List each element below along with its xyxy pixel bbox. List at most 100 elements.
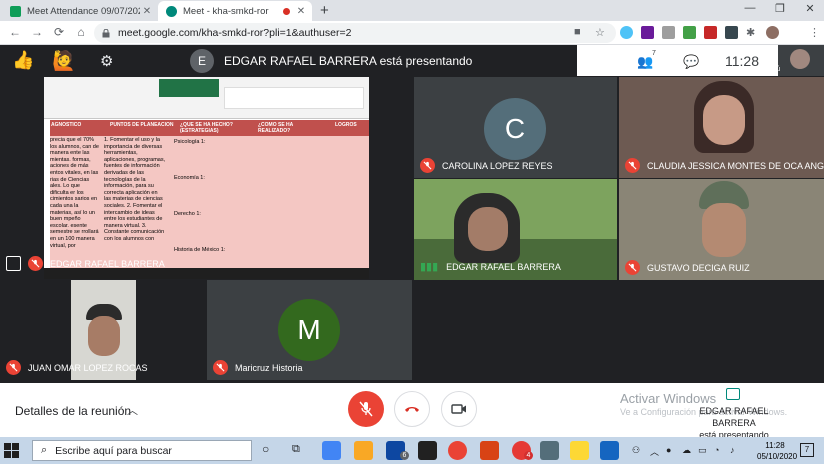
participant-avatar: C	[484, 98, 546, 160]
windows-start-icon[interactable]	[4, 443, 19, 458]
edge-app-icon[interactable]	[322, 441, 341, 460]
header-cell: ¿QUE SE HA HECHO? (ESTRATEGIAS)	[180, 122, 233, 134]
word-app-icon[interactable]	[600, 441, 619, 460]
header-cell: ¿COMO SE HA REALIZADO?	[258, 122, 294, 134]
extension-icon[interactable]	[662, 26, 675, 39]
estrategia-cell: Economía 1:	[174, 175, 205, 181]
cloud-extension-icon[interactable]	[620, 26, 633, 39]
extensions-puzzle-icon[interactable]: ✱	[746, 26, 755, 39]
participant-tile-claudia[interactable]: CLAUDIA JESSICA MONTES DE OCA ANG...	[619, 77, 824, 178]
cloud-icon[interactable]: ☁	[682, 445, 691, 456]
thumbs-up-icon[interactable]: 👍	[12, 50, 34, 71]
present-now-icon[interactable]	[726, 388, 740, 400]
mic-off-icon	[625, 158, 640, 173]
leave-call-button[interactable]	[394, 391, 430, 427]
estrategia-cell: Historia de México 1:	[174, 247, 226, 253]
forward-button[interactable]: →	[30, 25, 44, 39]
meeting-details-button[interactable]: Detalles de la reunión	[15, 404, 131, 418]
task-view-icon[interactable]: ⧉	[292, 443, 300, 456]
maximize-button[interactable]: ❐	[766, 2, 794, 15]
participant-tile-gustavo[interactable]: GUSTAVO DECIGA RUIZ	[619, 179, 824, 280]
participant-name: EDGAR RAFAEL BARRERA	[50, 258, 165, 269]
participant-face	[88, 316, 120, 356]
people-icon[interactable]: 👥	[637, 54, 653, 70]
camera-app-icon[interactable]	[540, 441, 559, 460]
camera-icon[interactable]: ■	[574, 26, 581, 38]
new-tab-button[interactable]: +	[320, 2, 329, 19]
battery-icon[interactable]: ▭	[698, 445, 707, 456]
hang-up-icon	[405, 407, 419, 412]
presenter-initial: E	[197, 54, 206, 68]
extension-icon[interactable]	[704, 26, 717, 39]
tray-app-icon[interactable]: ●	[666, 445, 671, 455]
notification-count: 7	[804, 445, 810, 454]
close-tab-icon[interactable]: ✕	[294, 6, 308, 17]
home-button[interactable]: ⌂	[74, 25, 88, 39]
minimize-button[interactable]: —	[736, 2, 764, 14]
mic-off-icon	[213, 360, 228, 375]
participant-name: GUSTAVO DECIGA RUIZ	[647, 262, 750, 273]
mic-off-icon	[6, 360, 21, 375]
presenting-banner: EDGAR RAFAEL BARRERA está presentando	[224, 54, 473, 68]
profile-avatar[interactable]	[766, 26, 779, 39]
volume-icon[interactable]: ♪	[730, 445, 735, 455]
browser-menu-icon[interactable]: ⋮	[809, 26, 820, 39]
extension-icon[interactable]	[725, 26, 738, 39]
present-screen-icon[interactable]	[6, 256, 21, 271]
chevron-up-icon[interactable]: ︿	[127, 402, 138, 418]
raise-hand-avatar-icon[interactable]: 🙋	[52, 49, 76, 73]
header-cell: PUNTOS DE PLANEACION	[110, 122, 174, 128]
participant-tile-edgar[interactable]: ▮▮▮ EDGAR RAFAEL BARRERA	[414, 179, 617, 280]
close-window-button[interactable]: ✕	[796, 2, 824, 15]
close-tab-icon[interactable]: ✕	[140, 6, 154, 17]
meet-favicon-icon	[166, 5, 177, 17]
participant-tile-juan[interactable]: JUAN OMAR LOPEZ ROCAS	[0, 280, 206, 380]
extension-icon[interactable]	[683, 26, 696, 39]
presenter-avatar: E	[190, 49, 214, 73]
extension-icon[interactable]	[641, 26, 654, 39]
camera-toggle-button[interactable]	[441, 391, 477, 427]
office-app-icon[interactable]	[480, 441, 499, 460]
taskbar-date: 05/10/2020	[757, 452, 798, 461]
chat-icon[interactable]: 💬	[683, 54, 699, 70]
participant-name: CAROLINA LOPEZ REYES	[442, 160, 553, 171]
address-bar[interactable]: meet.google.com/kha-smkd-ror?pli=1&authu…	[94, 23, 616, 43]
presenting-status[interactable]: EDGAR RAFAEL BARRERA está presentando	[684, 405, 784, 441]
participant-name-bar: JUAN OMAR LOPEZ ROCAS	[6, 360, 148, 375]
taskbar-search-input[interactable]: ⌕ Escribe aquí para buscar	[32, 440, 252, 461]
self-view-tile[interactable]	[778, 45, 824, 76]
reload-button[interactable]: ⟳	[52, 25, 66, 39]
tab-title: Meet Attendance 09/07/2020 -	[27, 5, 140, 17]
browser-toolbar: ← → ⟳ ⌂ meet.google.com/kha-smkd-ror?pli…	[0, 21, 824, 45]
meet-info-panel: 👥 7 💬 11:28	[577, 45, 778, 76]
mic-off-icon	[28, 256, 43, 271]
participant-tile-carolina[interactable]: C CAROLINA LOPEZ REYES	[414, 77, 617, 178]
action-center-icon[interactable]: 7	[800, 443, 814, 457]
back-button[interactable]: ←	[8, 25, 22, 39]
settings-gear-icon[interactable]: ⚙	[100, 52, 113, 70]
microphone-toggle-button[interactable]	[348, 391, 384, 427]
participant-name-bar: ▮▮▮ EDGAR RAFAEL BARRERA	[420, 260, 561, 273]
bookmark-star-icon[interactable]: ☆	[595, 26, 605, 39]
tab-meet-attendance[interactable]: Meet Attendance 09/07/2020 - ✕	[2, 1, 158, 21]
show-hidden-icons[interactable]: ︿	[650, 445, 659, 458]
people-tray-icon[interactable]: ⚇	[632, 445, 640, 456]
app-badge: 4	[524, 451, 533, 460]
participant-tile-maricruz[interactable]: M Maricruz Historia	[207, 280, 412, 380]
taskbar-time: 11:28	[765, 441, 785, 450]
spreadsheet-header-row: AGNOSTICO PUNTOS DE PLANEACION ¿QUE SE H…	[50, 120, 369, 136]
store-app-icon[interactable]	[418, 441, 437, 460]
activate-windows-title: Activar Windows	[620, 391, 717, 406]
cortana-icon[interactable]: ○	[262, 442, 269, 456]
file-explorer-icon[interactable]	[354, 441, 373, 460]
network-icon[interactable]: ◔	[714, 445, 719, 455]
participant-name-bar: CLAUDIA JESSICA MONTES DE OCA ANG...	[625, 158, 824, 173]
tab-title: Meet - kha-smkd-ror	[183, 5, 269, 17]
diagnostico-cell: precia que el 70% los alumnos, can de ma…	[50, 137, 99, 249]
chrome-app-icon[interactable]	[448, 441, 467, 460]
participant-avatar: M	[278, 299, 340, 361]
taskbar-clock[interactable]: 11:28 05/10/2020	[757, 440, 798, 462]
tab-meet[interactable]: Meet - kha-smkd-ror ✕	[158, 1, 312, 21]
participant-name-bar: GUSTAVO DECIGA RUIZ	[625, 260, 750, 275]
sticky-notes-icon[interactable]	[570, 441, 589, 460]
